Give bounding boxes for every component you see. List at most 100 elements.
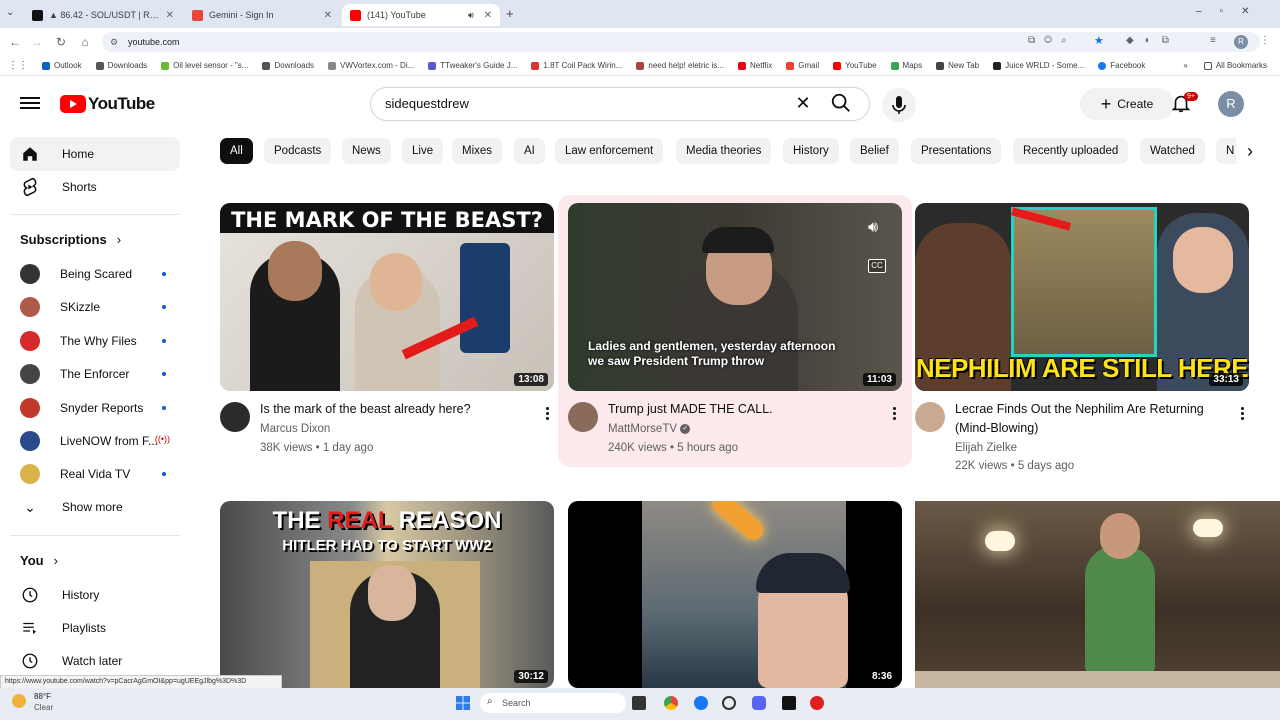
voice-search-icon[interactable]	[882, 88, 916, 122]
bookmark-item[interactable]: need help! eletric is...	[636, 61, 724, 70]
chatgpt-taskbar-icon[interactable]	[722, 696, 736, 710]
chrome-taskbar-icon[interactable]	[664, 696, 678, 710]
video-title[interactable]: Trump just MADE THE CALL.	[608, 400, 878, 419]
window-controls[interactable]: –▫✕	[1196, 6, 1268, 17]
chip[interactable]: Mixes	[452, 138, 503, 164]
chip[interactable]: Live	[402, 138, 444, 164]
close-tab-icon[interactable]: ✕	[324, 10, 332, 21]
channel-avatar[interactable]	[568, 402, 598, 432]
more-bookmarks-icon[interactable]: »	[1183, 61, 1187, 70]
back-icon[interactable]: ←	[6, 33, 24, 51]
clear-search-icon[interactable]: ✕	[792, 92, 814, 114]
captions-icon[interactable]: CC	[868, 259, 886, 273]
channel-avatar[interactable]	[220, 402, 250, 432]
youtube-logo[interactable]: YouTube	[60, 94, 155, 114]
sidebar-item-history[interactable]: History	[10, 578, 180, 612]
task-view-icon[interactable]	[632, 696, 646, 710]
site-info-icon[interactable]: ⚙	[110, 37, 118, 48]
address-bar[interactable]: youtube.com	[102, 32, 1260, 52]
facebook-taskbar-icon[interactable]	[694, 696, 708, 710]
channel-name[interactable]: Marcus Dixon	[260, 420, 330, 439]
chip[interactable]: Recently uploaded	[1013, 138, 1129, 164]
address-bar-actions[interactable]: ⧉◎⌕	[1028, 35, 1076, 46]
chip-all[interactable]: All	[220, 138, 253, 164]
mute-icon[interactable]: 🔊︎	[868, 219, 878, 237]
reading-list-icon[interactable]: ≡	[1210, 35, 1216, 46]
chip[interactable]: Belief	[850, 138, 899, 164]
more-actions-icon[interactable]	[546, 405, 550, 422]
sidebar-subscription[interactable]: The Why Files	[10, 324, 180, 358]
sidebar-item-watch-later[interactable]: Watch later	[10, 644, 180, 678]
bookmark-item[interactable]: Maps	[890, 61, 922, 70]
more-actions-icon[interactable]	[1241, 405, 1245, 422]
you-heading[interactable]: You ›	[20, 553, 58, 568]
apps-icon[interactable]: ⋮⋮	[8, 60, 28, 71]
bookmark-item[interactable]: YouTube	[833, 61, 877, 70]
avatar[interactable]: R	[1218, 91, 1244, 117]
bookmark-item[interactable]: Gmail	[786, 61, 819, 70]
bookmark-item[interactable]: Netflix	[737, 61, 772, 70]
bookmark-item[interactable]: TTweaker's Guide J...	[428, 61, 517, 70]
forward-icon[interactable]: →	[28, 33, 46, 51]
sidebar-item-shorts[interactable]: Shorts	[10, 170, 180, 204]
browser-tab[interactable]: Gemini - Sign In ✕	[184, 4, 340, 26]
browser-tab-active[interactable]: (141) YouTube 🔊︎ ✕	[342, 4, 500, 26]
sidebar-subscription[interactable]: The Enforcer	[10, 357, 180, 391]
create-button[interactable]: + Create	[1080, 88, 1174, 120]
search-icon[interactable]	[830, 92, 856, 116]
chip[interactable]: Law enforcement	[555, 138, 664, 164]
bookmark-item[interactable]: New Tab	[936, 61, 979, 70]
more-actions-icon[interactable]	[893, 405, 897, 422]
channel-name[interactable]: Elijah Zielke	[955, 439, 1017, 458]
bookmark-item[interactable]: VWVortex.com - Di...	[328, 61, 414, 70]
sidebar-item-playlists[interactable]: Playlists	[10, 611, 180, 645]
sidebar-subscription[interactable]: Real Vida TV	[10, 457, 180, 491]
chip[interactable]: Podcasts	[264, 138, 332, 164]
channel-avatar[interactable]	[915, 402, 945, 432]
subscriptions-heading[interactable]: Subscriptions ›	[20, 232, 121, 247]
home-browser-icon[interactable]: ⌂	[76, 33, 94, 51]
new-tab-button[interactable]: +	[506, 6, 514, 21]
channel-name[interactable]: MattMorseTV ✓	[608, 420, 691, 439]
extension-icons[interactable]: ◆◐⧉	[1126, 35, 1180, 46]
chip[interactable]: Watched	[1140, 138, 1205, 164]
sidebar-subscription[interactable]: Being Scared	[10, 257, 180, 291]
video-thumbnail[interactable]: 🔊︎ CC Ladies and gentlemen, yesterday af…	[568, 203, 902, 391]
bookmark-item[interactable]: Oil level sensor - "s...	[161, 61, 248, 70]
bookmark-item[interactable]: Downloads	[262, 61, 314, 70]
video-thumbnail[interactable]: THE REAL REASON HITLER HAD TO START WW2 …	[220, 501, 554, 688]
all-bookmarks[interactable]: All Bookmarks	[1203, 61, 1267, 70]
reload-icon[interactable]: ↻	[52, 33, 70, 51]
discord-taskbar-icon[interactable]	[752, 696, 766, 710]
browser-menu-icon[interactable]: ⋮	[1260, 35, 1270, 46]
bookmark-item[interactable]: Facebook	[1098, 61, 1145, 70]
close-tab-icon[interactable]: ✕	[484, 10, 492, 21]
audio-playing-icon[interactable]: 🔊︎	[468, 10, 474, 21]
video-title[interactable]: Is the mark of the beast already here?	[260, 400, 530, 419]
sidebar-subscription[interactable]: Snyder Reports	[10, 391, 180, 425]
chips-next-icon[interactable]: ›	[1236, 137, 1264, 165]
weather-icon[interactable]	[12, 694, 26, 708]
sidebar-subscription[interactable]: LiveNOW from F... ((•))	[10, 424, 180, 458]
taskbar-search[interactable]: Search	[480, 693, 626, 713]
chip[interactable]: AI	[514, 138, 545, 164]
sidebar-subscription[interactable]: SKizzle	[10, 290, 180, 324]
windows-start-icon[interactable]	[456, 696, 470, 710]
bookmark-item[interactable]: Juice WRLD - Some...	[993, 61, 1084, 70]
chip[interactable]: History	[783, 138, 839, 164]
show-more-button[interactable]: ⌄ Show more	[10, 490, 180, 524]
video-thumbnail[interactable]: NEPHILIM ARE STILL HERE 33:13	[915, 203, 1249, 391]
video-title[interactable]: Lecrae Finds Out the Nephilim Are Return…	[955, 400, 1230, 438]
video-thumbnail[interactable]: 8:36	[568, 501, 902, 688]
video-thumbnail[interactable]: THE MARK OF THE BEAST? 13:08	[220, 203, 554, 391]
app-taskbar-icon[interactable]	[810, 696, 824, 710]
app-taskbar-icon[interactable]	[782, 696, 796, 710]
chip[interactable]: News	[342, 138, 391, 164]
close-tab-icon[interactable]: ✕	[166, 10, 174, 21]
profile-avatar[interactable]: R	[1234, 35, 1248, 49]
chip[interactable]: Presentations	[911, 138, 1002, 164]
chip[interactable]: Media theories	[676, 138, 772, 164]
sidebar-item-home[interactable]: Home	[10, 137, 180, 171]
bookmark-star-icon[interactable]: ★	[1094, 34, 1104, 47]
bookmark-item[interactable]: Outlook	[42, 61, 82, 70]
